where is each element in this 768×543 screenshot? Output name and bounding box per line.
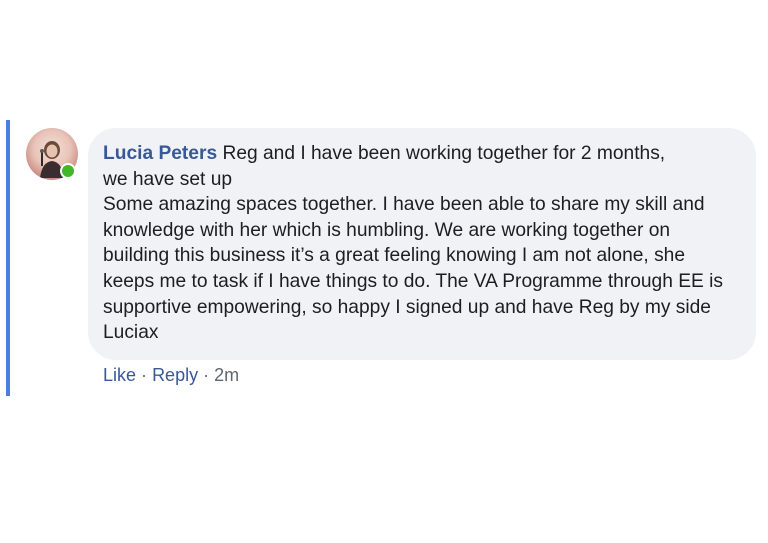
reply-link[interactable]: Reply [152,365,198,385]
like-link[interactable]: Like [103,365,136,385]
action-separator: · [203,365,210,385]
comment-text: Reg and I have been working together for… [103,143,724,344]
action-separator: · [141,365,148,385]
comment-thread: Lucia Peters Reg and I have been working… [0,0,768,543]
comment-timestamp[interactable]: 2m [214,365,239,385]
comment-actions: Like · Reply · 2m [103,363,239,387]
author-name-link[interactable]: Lucia Peters [103,143,217,164]
comment-bubble: Lucia Peters Reg and I have been working… [88,128,756,360]
comment-body: Lucia Peters Reg and I have been working… [103,141,740,346]
online-status-indicator [60,163,76,179]
thread-indicator-bar [6,120,10,396]
